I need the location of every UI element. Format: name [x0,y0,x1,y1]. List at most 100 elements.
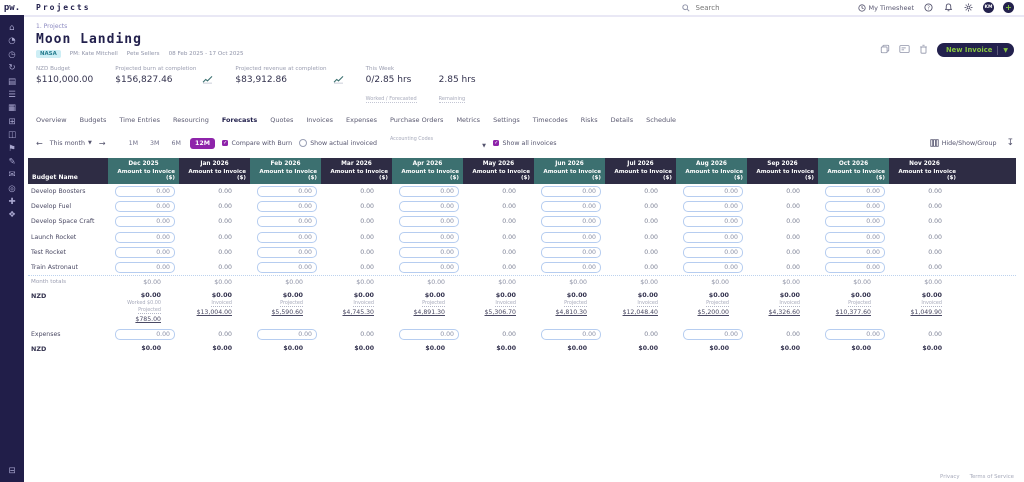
sidebar-item-tasks[interactable]: ☰ [6,90,18,100]
forecast-amount-input[interactable]: 0.00 [825,216,885,228]
nzd-detail-amount-link[interactable]: $4,326.60 [769,309,801,316]
invoice-card-icon[interactable] [899,43,910,54]
expense-amount-input[interactable]: 0.00 [115,328,175,340]
sidebar-item-targets[interactable]: ◎ [6,184,18,194]
chevron-down-icon[interactable]: ▼ [1003,47,1012,54]
show-all-invoices-checkbox[interactable]: ✓ Show all invoices [492,140,557,147]
forecast-amount-input[interactable]: 0.00 [683,231,743,243]
next-period-arrow-icon[interactable]: → [99,139,106,148]
nzd-detail-amount-link[interactable]: $5,590.60 [272,309,304,316]
footer-link-terms-of-service[interactable]: Terms of Service [970,474,1014,480]
nzd-note-label[interactable]: Invoiced [495,300,516,308]
nzd-note-label[interactable]: Invoiced [637,300,658,308]
column-header-month[interactable]: Oct 2026 Amount to Invoice ($) [818,158,889,184]
forecast-amount-input[interactable]: 0.00 [115,262,175,274]
trend-chart-icon[interactable] [202,75,213,84]
forecast-amount-input[interactable]: 0.00 [115,186,175,198]
nzd-detail-amount-link[interactable]: $1,049.90 [911,309,943,316]
sidebar-item-modules[interactable]: ▦ [6,104,18,113]
forecast-amount-input[interactable]: 0.00 [541,262,601,274]
forecast-amount-input[interactable]: 0.00 [541,246,601,258]
nzd-note-label[interactable]: Invoiced [779,300,800,308]
forecast-amount-input[interactable]: 0.00 [257,216,317,228]
breadcrumb[interactable]: 1. Projects [36,23,244,30]
nzd-detail-amount-link[interactable]: $5,200.00 [698,309,730,316]
user-avatar[interactable]: KM [983,2,994,13]
tab-details[interactable]: Details [611,116,634,127]
sidebar-item-milestones[interactable]: ⚑ [6,144,18,154]
range-button-6m[interactable]: 6M [168,139,183,148]
app-logo[interactable]: pw. [0,3,24,13]
forecast-amount-input[interactable]: 0.00 [825,262,885,274]
nzd-detail-amount-link[interactable]: $5,306.70 [485,309,517,316]
range-button-1m[interactable]: 1M [126,139,141,148]
sidebar-item-collapse[interactable]: ⊟ [6,467,18,476]
trend-chart-icon[interactable] [333,75,344,84]
tab-purchase-orders[interactable]: Purchase Orders [390,116,443,127]
range-button-12m[interactable]: 12M [189,137,215,149]
forecast-amount-input[interactable]: 0.00 [399,201,459,213]
sidebar-item-messages[interactable]: ✉ [6,171,18,180]
tab-metrics[interactable]: Metrics [456,116,480,127]
tab-budgets[interactable]: Budgets [80,116,107,127]
notifications-bell-icon[interactable] [943,2,954,13]
tab-timecodes[interactable]: Timecodes [533,116,568,127]
nzd-detail-amount-link[interactable]: $13,004.00 [197,309,232,316]
copy-icon[interactable] [880,43,891,54]
nzd-note-label[interactable]: Projected [564,300,587,308]
tab-risks[interactable]: Risks [581,116,598,127]
nzd-note-label[interactable]: Projected [706,300,729,308]
download-icon[interactable]: ↧ [1006,138,1014,148]
forecast-amount-input[interactable]: 0.00 [399,216,459,228]
column-header-month[interactable]: Dec 2025 Amount to Invoice ($) [108,158,179,184]
global-search[interactable] [681,2,768,13]
sidebar-item-history[interactable]: ↻ [6,64,18,73]
tab-forecasts[interactable]: Forecasts [222,116,257,127]
my-timesheet-button[interactable]: My Timesheet [857,4,914,12]
tab-time-entries[interactable]: Time Entries [119,116,160,127]
forecast-amount-input[interactable]: 0.00 [541,186,601,198]
column-header-month[interactable]: Sep 2026 Amount to Invoice ($) [747,158,818,184]
forecast-amount-input[interactable]: 0.00 [257,201,317,213]
forecast-amount-input[interactable]: 0.00 [825,186,885,198]
column-header-month[interactable]: Jun 2026 Amount to Invoice ($) [534,158,605,184]
nzd-detail-amount-link[interactable]: $12,048.40 [623,309,658,316]
forecast-amount-input[interactable]: 0.00 [115,231,175,243]
column-header-month[interactable]: Feb 2026 Amount to Invoice ($) [250,158,321,184]
tab-schedule[interactable]: Schedule [646,116,676,127]
forecast-amount-input[interactable]: 0.00 [541,216,601,228]
sidebar-item-projects[interactable]: ▤ [6,77,18,87]
sidebar-item-time[interactable]: ◷ [6,50,18,60]
forecast-amount-input[interactable]: 0.00 [683,201,743,213]
sidebar-item-add[interactable]: ✚ [6,198,18,207]
footer-link-privacy[interactable]: Privacy [940,474,960,480]
compare-with-burn-checkbox[interactable]: ✓ Compare with Burn [221,140,292,147]
nzd-note-label[interactable]: Invoiced [353,300,374,308]
sidebar-item-boards[interactable]: ⊞ [6,117,18,127]
column-header-month[interactable]: Apr 2026 Amount to Invoice ($) [392,158,463,184]
help-icon[interactable]: ? [923,2,934,13]
client-tag[interactable]: NASA [36,50,61,58]
tab-resourcing[interactable]: Resourcing [173,116,209,127]
forecast-amount-input[interactable]: 0.00 [115,246,175,258]
tab-expenses[interactable]: Expenses [346,116,377,127]
nzd-detail-amount-link[interactable]: $4,745.30 [343,309,375,316]
delete-trash-icon[interactable] [918,43,929,54]
forecast-amount-input[interactable]: 0.00 [825,201,885,213]
forecast-amount-input[interactable]: 0.00 [825,246,885,258]
nzd-detail-amount-link[interactable]: $4,810.30 [556,309,588,316]
expense-amount-input[interactable]: 0.00 [683,328,743,340]
new-invoice-button[interactable]: New Invoice ▼ [936,43,1014,57]
forecast-amount-input[interactable]: 0.00 [541,201,601,213]
sidebar-item-invoices[interactable]: ◫ [6,131,18,140]
column-header-month[interactable]: Jul 2026 Amount to Invoice ($) [605,158,676,184]
nzd-detail-amount-link[interactable]: $785.00 [135,316,161,323]
nzd-detail-amount-link[interactable]: $4,891.30 [414,309,446,316]
nzd-note-label[interactable]: Projected [422,300,445,308]
forecast-amount-input[interactable]: 0.00 [257,186,317,198]
nzd-note-label[interactable]: Projected [848,300,871,308]
add-new-button[interactable]: + [1003,2,1014,13]
forecast-amount-input[interactable]: 0.00 [399,246,459,258]
tab-overview[interactable]: Overview [36,116,67,127]
accounting-codes-dropdown[interactable]: Accounting Codes ▼ [390,137,486,149]
